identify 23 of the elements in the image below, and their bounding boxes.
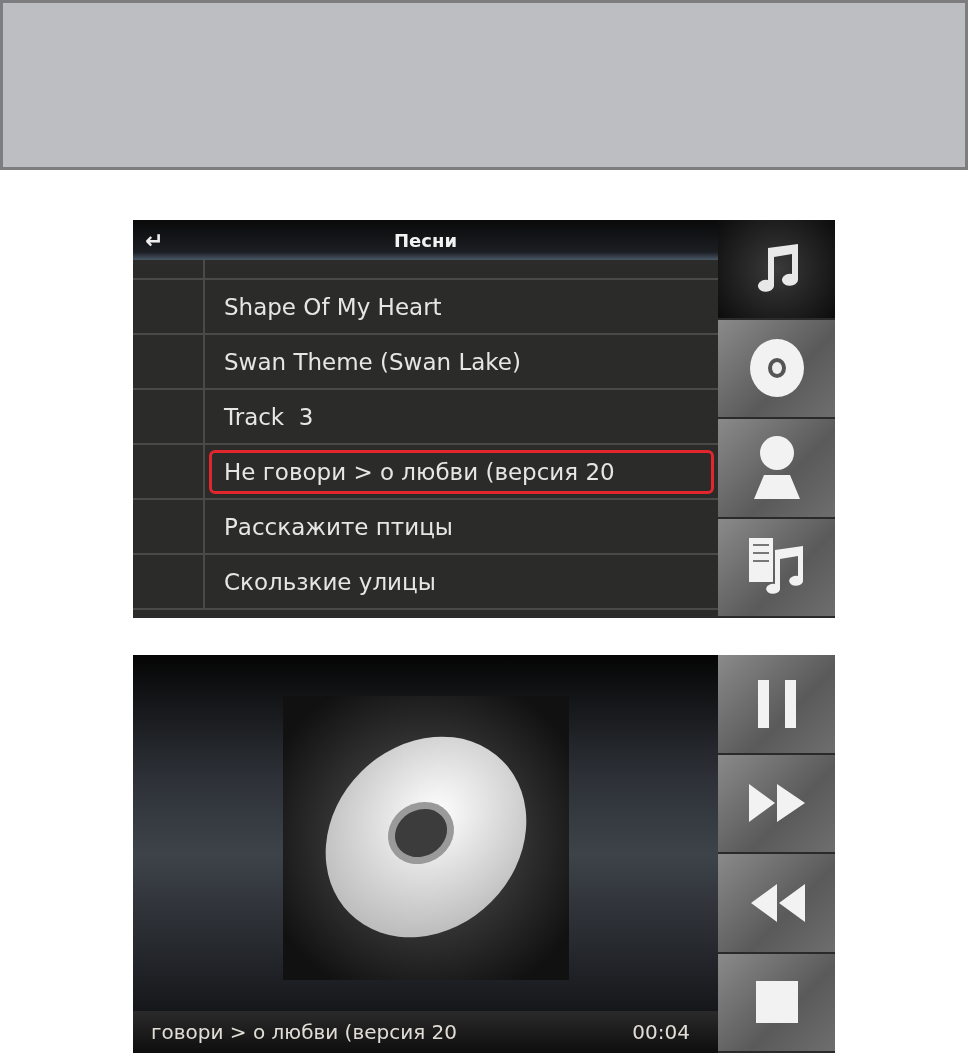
stop-button[interactable]	[718, 953, 835, 1053]
song-item[interactable]: Track 3	[209, 394, 329, 439]
back-button[interactable]: ↵	[133, 227, 176, 253]
track-title: говори > о любви (версия 20	[151, 1020, 458, 1044]
song-item[interactable]: Не говори > о любви (версия 20	[209, 449, 714, 494]
song-item[interactable]: Shape Of My Heart	[209, 284, 457, 329]
forward-button[interactable]	[718, 754, 835, 854]
songs-tab[interactable]	[718, 220, 835, 320]
song-item[interactable]: Swan Theme (Swan Lake)	[209, 339, 536, 384]
rewind-button[interactable]	[718, 854, 835, 954]
song-item[interactable]: Расскажите птицы	[209, 504, 468, 549]
artists-tab[interactable]	[718, 419, 835, 519]
pause-icon	[755, 679, 798, 728]
albums-tab[interactable]	[718, 319, 835, 419]
stop-icon	[755, 981, 798, 1024]
disc-icon	[748, 338, 805, 399]
person-icon	[751, 434, 802, 501]
pause-button[interactable]	[718, 655, 835, 755]
elapsed-time: 00:04	[632, 1020, 690, 1044]
screen-title: Песни	[394, 229, 457, 251]
song-item[interactable]: Скользкие улицы	[209, 559, 451, 604]
playlists-tab[interactable]	[718, 518, 835, 618]
fast-forward-icon	[748, 784, 805, 823]
